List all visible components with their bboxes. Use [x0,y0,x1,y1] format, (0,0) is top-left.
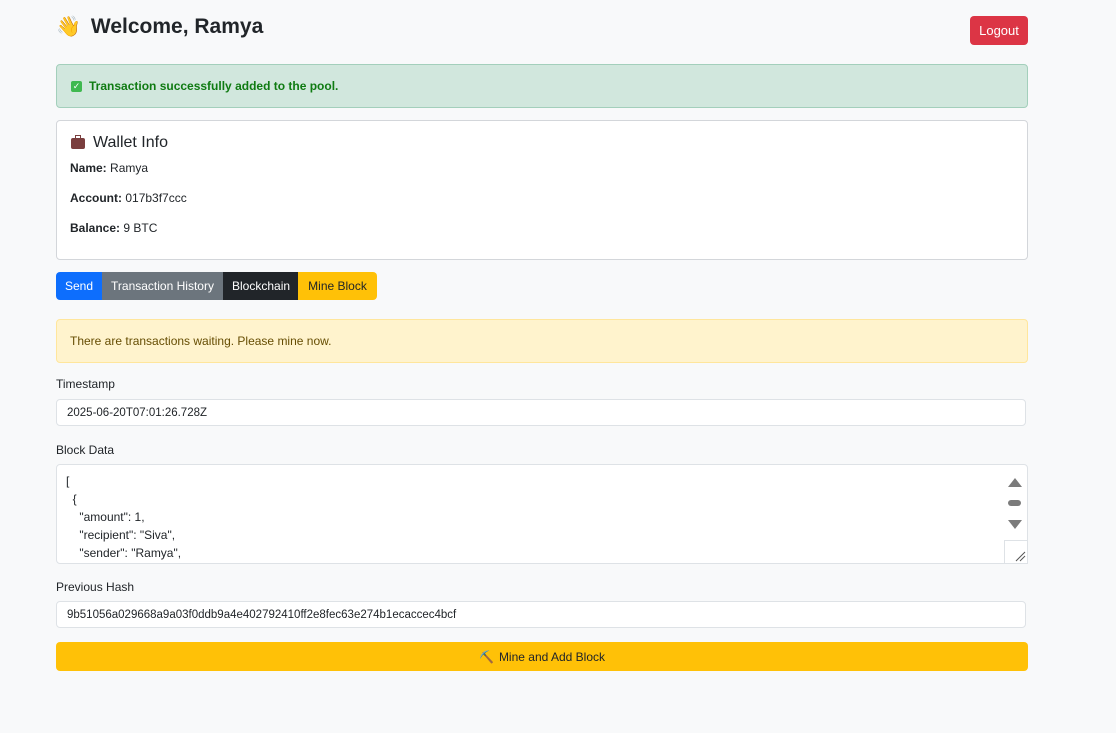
wallet-account-label: Account: [70,191,122,205]
wallet-name-row: Name: Ramya [70,161,148,175]
logout-button[interactable]: Logout [970,16,1028,45]
wallet-balance-row: Balance: 9 BTC [70,221,157,235]
block-data-line: [ [66,474,70,488]
tab-bar: Send Transaction History Blockchain Mine… [56,272,377,300]
briefcase-icon [71,134,85,149]
warning-alert-text: There are transactions waiting. Please m… [70,334,332,348]
wallet-balance-label: Balance: [70,221,121,235]
previous-hash-label: Previous Hash [56,580,135,594]
page-title: 👋 Welcome, Ramya [56,14,263,39]
wallet-balance-value: 9 BTC [123,221,158,235]
previous-hash-field[interactable]: 9b51056a029668a9a03f0ddb9a4e402792410ff2… [56,601,1026,628]
mine-and-add-block-button[interactable]: ⛏️ Mine and Add Block [56,642,1028,671]
tab-blockchain[interactable]: Blockchain [223,272,298,300]
wallet-account-value: 017b3f7ccc [125,191,187,205]
scroll-thumb[interactable] [1008,500,1021,506]
timestamp-field[interactable]: 2025-06-20T07:01:26.728Z [56,399,1026,426]
checkbox-icon: ✓ [71,80,82,92]
scroll-down-arrow-icon[interactable] [1008,520,1022,529]
block-data-line: "recipient": "Siva", [66,528,176,542]
wallet-account-row: Account: 017b3f7ccc [70,191,187,205]
main-container: 👋 Welcome, Ramya Logout ✓ Transaction su… [56,0,1028,671]
block-data-line: "sender": "Ramya", [66,546,182,560]
warning-alert: There are transactions waiting. Please m… [56,319,1028,363]
wallet-info-heading: Wallet Info [93,134,168,151]
timestamp-label: Timestamp [56,377,115,391]
wallet-info-card: Wallet Info Name: Ramya Account: 017b3f7… [56,120,1028,260]
tab-mine-block[interactable]: Mine Block [298,272,377,300]
resize-handle-icon[interactable] [1004,540,1027,563]
block-data-label: Block Data [56,443,115,457]
wallet-name-value: Ramya [110,161,149,175]
tab-transaction-history[interactable]: Transaction History [102,272,223,300]
welcome-text: Welcome, Ramya [90,14,264,38]
success-alert: ✓ Transaction successfully added to the … [56,64,1028,108]
block-data-line: { [66,492,77,506]
block-data-textarea[interactable]: [ { "amount": 1, "recipient": "Siva", "s… [56,464,1028,564]
textarea-scrollbar[interactable] [1003,465,1027,541]
wallet-name-label: Name: [70,161,107,175]
pickaxe-icon: ⛏️ [478,649,494,664]
mine-and-add-block-label: Mine and Add Block [498,649,606,664]
scroll-up-arrow-icon[interactable] [1008,478,1022,487]
header: 👋 Welcome, Ramya Logout [56,0,1028,60]
success-alert-text: Transaction successfully added to the po… [89,79,339,93]
waving-hand-icon: 👋 [56,16,81,38]
block-data-line: "amount": 1, [66,510,145,524]
tab-send[interactable]: Send [56,272,102,300]
previous-hash-value: 9b51056a029668a9a03f0ddb9a4e402792410ff2… [67,608,457,621]
wallet-info-title: Wallet Info [71,134,168,152]
timestamp-value: 2025-06-20T07:01:26.728Z [67,406,208,419]
